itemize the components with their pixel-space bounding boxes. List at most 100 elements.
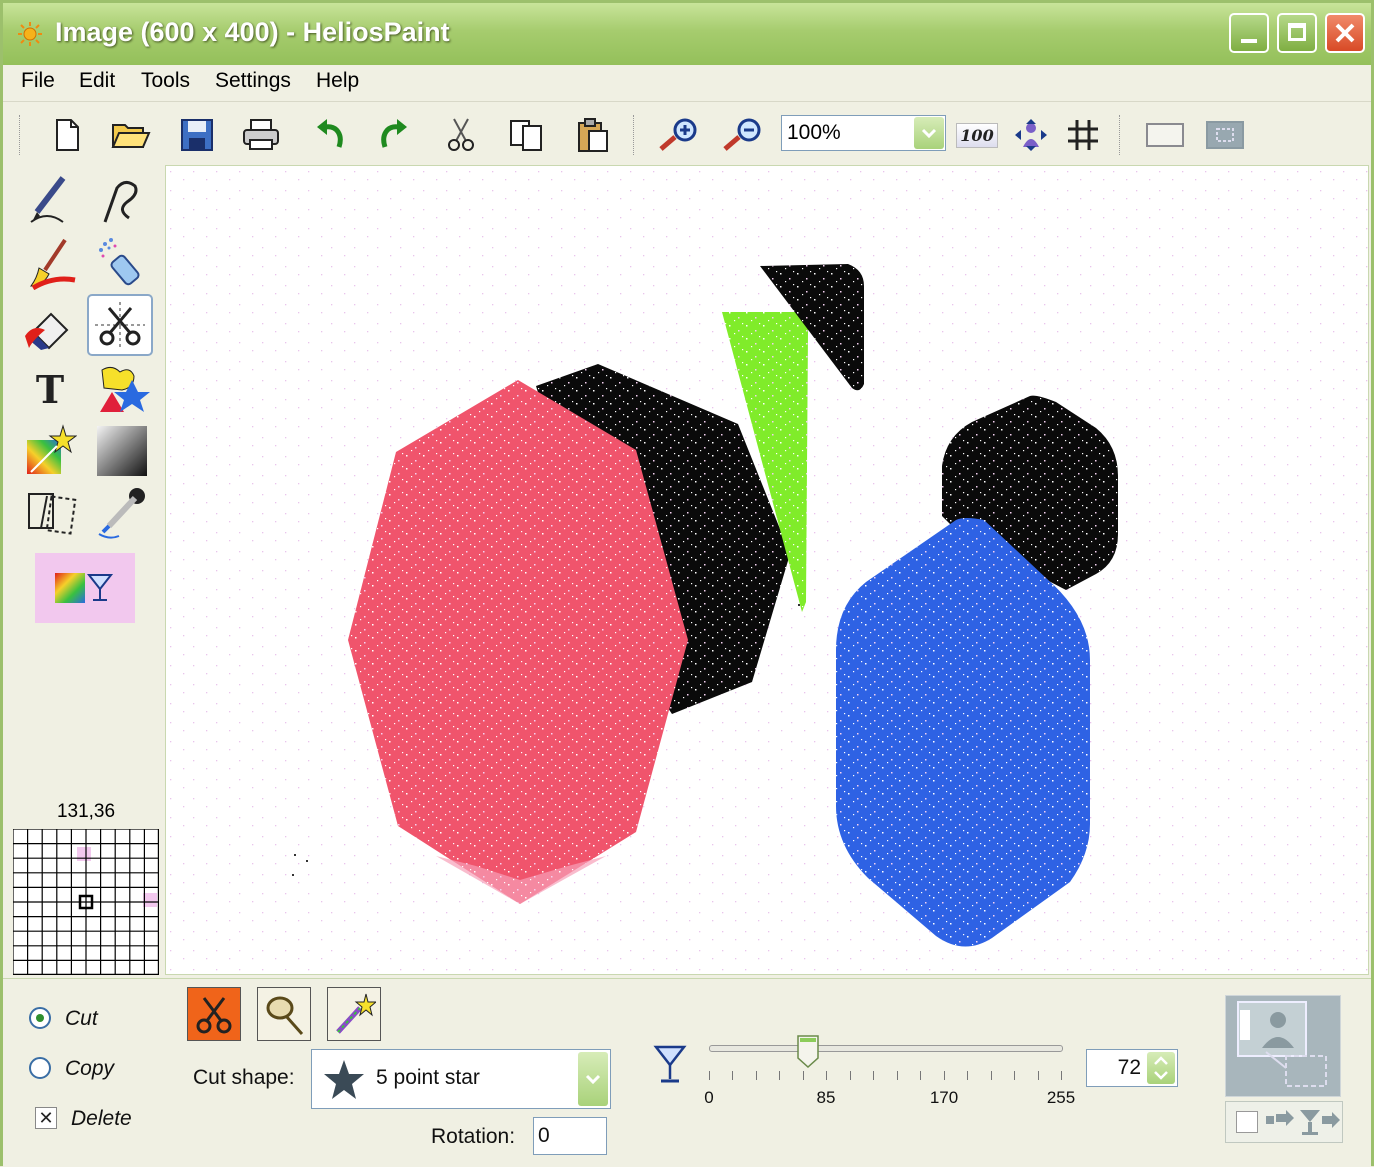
spray-tool[interactable]	[89, 232, 155, 294]
grid-button[interactable]	[1061, 113, 1105, 157]
canvas-drawing	[166, 166, 1368, 974]
transform-icon	[28, 493, 77, 535]
sun-app-icon	[18, 22, 42, 46]
cut-selection-tool[interactable]	[87, 294, 153, 356]
cut-button[interactable]	[439, 113, 483, 157]
menu-file[interactable]: File	[21, 69, 55, 93]
slider-tick	[967, 1071, 969, 1080]
paste-button[interactable]	[571, 113, 615, 157]
redo-icon	[381, 119, 407, 148]
tool-options-panel: Cut Copy ✕ Delete Cut shape: 5 point sta…	[3, 978, 1371, 1167]
slider-tick	[873, 1071, 875, 1080]
slider-tick-label: 85	[816, 1088, 836, 1107]
tolerance-slider-track[interactable]	[709, 1045, 1063, 1052]
window-title: Image (600 x 400) - HeliosPaint	[55, 17, 450, 47]
rotation-input[interactable]: 0	[533, 1117, 607, 1155]
actual-size-button[interactable]: 100	[955, 113, 999, 157]
chevron-down-icon[interactable]	[578, 1052, 608, 1106]
tolerance-slider-thumb[interactable]	[797, 1034, 820, 1068]
open-button[interactable]	[109, 113, 153, 157]
transfer-arrows-icon	[1266, 1110, 1340, 1135]
slider-tick	[802, 1071, 804, 1080]
toolbar-separator	[1119, 115, 1123, 155]
slider-tick	[1061, 1071, 1062, 1080]
slider-tick-label: 255	[1046, 1088, 1076, 1107]
menu-settings[interactable]: Settings	[215, 69, 291, 93]
preview-checkbox[interactable]	[1236, 1111, 1258, 1133]
tolerance-value: 72	[1117, 1056, 1141, 1079]
magic-effects-tool[interactable]	[17, 420, 83, 482]
undo-button[interactable]	[307, 113, 351, 157]
fit-window-icon	[1015, 119, 1047, 151]
cut-mode-radio[interactable]: Cut	[29, 1005, 149, 1035]
eraser-tool[interactable]	[17, 296, 83, 358]
brush-tool[interactable]	[17, 232, 83, 294]
color-picker-tool[interactable]	[89, 482, 155, 544]
gradient-tool[interactable]	[89, 420, 155, 482]
save-icon	[181, 119, 213, 151]
image-canvas[interactable]	[165, 165, 1369, 975]
color-picker-icon	[98, 488, 145, 539]
close-button[interactable]	[1325, 13, 1365, 53]
tolerance-spinbox[interactable]: 72	[1086, 1049, 1178, 1087]
copy-mode-radio[interactable]: Copy	[29, 1055, 149, 1085]
fit-window-button[interactable]	[1009, 113, 1053, 157]
new-button[interactable]	[45, 113, 89, 157]
preview-options	[1225, 1101, 1343, 1143]
pixel-zoom-grid	[13, 829, 159, 975]
close-icon	[1335, 23, 1355, 43]
minimize-icon	[1241, 39, 1257, 43]
paste-icon	[578, 118, 608, 152]
slider-tick	[896, 1071, 898, 1080]
slider-tick	[943, 1071, 945, 1080]
menu-bar: File Edit Tools Settings Help	[3, 65, 1371, 102]
curve-tool[interactable]	[89, 168, 155, 230]
brush-icon	[29, 238, 76, 290]
toolbar-separator	[633, 115, 637, 155]
cut-shape-value: 5 point star	[376, 1066, 480, 1089]
spray-can-icon	[99, 238, 140, 286]
select-fullscreen-button[interactable]	[1203, 113, 1247, 157]
copy-mode-label: Copy	[65, 1057, 115, 1080]
redo-button[interactable]	[373, 113, 417, 157]
cut-shape-select[interactable]: 5 point star	[311, 1049, 611, 1109]
slider-tick	[755, 1071, 757, 1080]
spin-arrows-icon[interactable]	[1147, 1052, 1175, 1084]
menu-edit[interactable]: Edit	[79, 69, 115, 93]
cut-shape-label: Cut shape:	[193, 1066, 295, 1089]
selection-preview-button[interactable]	[1225, 995, 1341, 1097]
color-transparency-button[interactable]	[35, 553, 135, 623]
transform-tool[interactable]	[17, 482, 83, 544]
print-button[interactable]	[239, 113, 283, 157]
select-fullscreen-icon	[1206, 121, 1244, 149]
pencil-tool[interactable]	[17, 168, 83, 230]
cut-selection-icon	[95, 302, 145, 348]
star-icon	[324, 1060, 364, 1099]
text-tool[interactable]: T	[17, 358, 83, 420]
minimize-button[interactable]	[1229, 13, 1269, 53]
zoom-out-button[interactable]	[721, 113, 765, 157]
shapes-tool[interactable]	[89, 358, 155, 420]
select-rectangle-icon	[1146, 123, 1184, 147]
print-icon	[243, 119, 279, 150]
lasso-mode-button[interactable]	[257, 987, 311, 1041]
copy-button[interactable]	[505, 113, 549, 157]
delete-checkbox[interactable]: ✕ Delete	[29, 1105, 149, 1135]
save-button[interactable]	[175, 113, 219, 157]
menu-tools[interactable]: Tools	[141, 69, 190, 93]
scissors-mode-button[interactable]	[187, 987, 241, 1041]
maximize-button[interactable]	[1277, 13, 1317, 53]
gradient-icon	[97, 426, 147, 476]
select-rectangle-button[interactable]	[1143, 113, 1187, 157]
delete-label: Delete	[71, 1107, 132, 1130]
chevron-down-icon[interactable]	[914, 117, 944, 149]
menu-help[interactable]: Help	[316, 69, 359, 93]
zoom-select[interactable]: 100%	[781, 115, 946, 151]
zoom-out-icon	[723, 118, 761, 151]
radio-checked-icon	[29, 1007, 51, 1029]
toolbar: 100% 100	[3, 103, 1371, 163]
text-icon: T	[35, 366, 65, 412]
magic-wand-mode-button[interactable]	[327, 987, 381, 1041]
zoom-in-button[interactable]	[657, 113, 701, 157]
scissors-icon	[196, 997, 232, 1034]
